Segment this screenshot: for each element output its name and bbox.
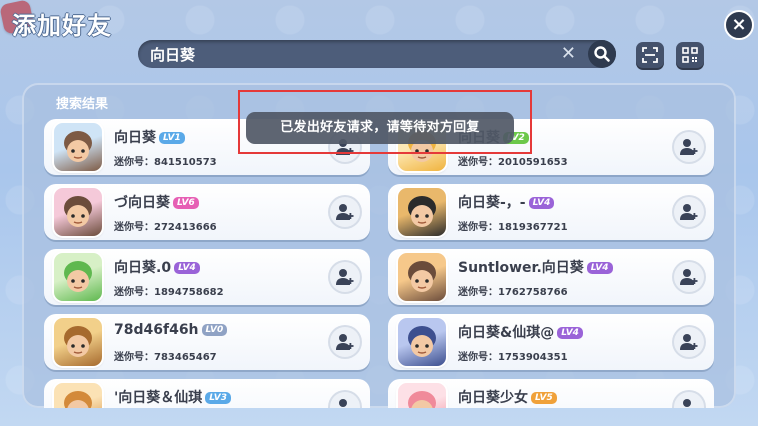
mini-id-value: 272413666: [154, 222, 217, 233]
avatar-face-icon: [64, 196, 92, 227]
mini-id-label: 迷你号：: [458, 222, 498, 233]
avatar[interactable]: [398, 383, 446, 408]
mini-id-label: 迷你号：: [114, 157, 154, 168]
page-title: 添加好友: [12, 12, 112, 40]
result-card[interactable]: 向日葵.0 LV4 迷你号：1894758682: [44, 249, 370, 305]
user-name: 向日葵: [114, 130, 156, 146]
level-badge: LV4: [528, 197, 555, 209]
result-card[interactable]: 向日葵&仙琪@ LV4 迷你号：1753904351: [388, 314, 714, 370]
avatar[interactable]: [54, 253, 102, 301]
mini-id-value: 841510573: [154, 157, 217, 168]
level-badge: LV4: [586, 262, 613, 274]
avatar[interactable]: [398, 188, 446, 236]
mini-id-value: 1753904351: [498, 352, 568, 363]
mini-id-value: 2010591653: [498, 157, 568, 168]
add-user-icon: [680, 204, 698, 220]
scan-button[interactable]: [636, 42, 664, 68]
user-name: 向日葵少女: [458, 390, 528, 406]
result-card[interactable]: '向日葵＆仙琪LV3迷你号：: [44, 379, 370, 408]
avatar-face-icon: [64, 261, 92, 292]
close-button[interactable]: ×: [724, 10, 754, 40]
clear-icon[interactable]: ✕: [561, 43, 576, 64]
mini-id-value: 1762758766: [498, 287, 568, 298]
result-card[interactable]: 78d46f46h LV0 迷你号：783465467: [44, 314, 370, 370]
user-name: 78d46f46h: [114, 322, 199, 338]
qr-code-button[interactable]: [676, 42, 704, 68]
avatar[interactable]: [398, 253, 446, 301]
add-user-icon: [680, 139, 698, 155]
level-badge: LV1: [159, 132, 185, 144]
user-name: 向日葵.0: [114, 260, 172, 276]
add-friend-button[interactable]: [674, 132, 704, 162]
avatar[interactable]: [54, 383, 102, 408]
level-badge: LV0: [201, 324, 228, 336]
search-input-value: 向日葵: [150, 46, 196, 64]
add-friend-button[interactable]: [674, 327, 704, 357]
mini-id-label: 迷你号：: [114, 287, 154, 298]
result-card[interactable]: づ向日葵 LV6 迷你号：272413666: [44, 184, 370, 240]
avatar[interactable]: [54, 123, 102, 171]
avatar-face-icon: [64, 131, 92, 162]
result-card[interactable]: Suntlower.向日葵 LV4 迷你号：1762758766: [388, 249, 714, 305]
mini-id-label: 迷你号：: [458, 352, 498, 363]
result-card[interactable]: 向日葵少女LV5迷你号：: [388, 379, 714, 408]
level-badge: LV5: [531, 392, 557, 404]
avatar-face-icon: [64, 391, 92, 408]
add-friend-button[interactable]: [674, 392, 704, 408]
toast-message: 已发出好友请求，请等待对方回复: [246, 112, 514, 144]
mini-id-value: 1894758682: [154, 287, 224, 298]
mini-id-label: 迷你号：: [114, 222, 154, 233]
add-friend-button[interactable]: [674, 197, 704, 227]
level-badge: LV3: [205, 392, 232, 404]
avatar-face-icon: [64, 326, 92, 357]
avatar[interactable]: [54, 318, 102, 366]
add-user-icon: [680, 334, 698, 350]
user-name: 向日葵&仙琪@: [458, 325, 555, 341]
add-user-icon: [683, 399, 691, 407]
add-friend-button[interactable]: [330, 197, 360, 227]
results-title: 搜索结果: [56, 97, 109, 112]
avatar[interactable]: [54, 188, 102, 236]
search-button[interactable]: [588, 40, 616, 68]
add-friend-button[interactable]: [330, 327, 360, 357]
user-name: '向日葵＆仙琪: [114, 390, 203, 406]
add-user-icon: [336, 269, 354, 285]
result-card[interactable]: 向日葵-，- LV4 迷你号：1819367721: [388, 184, 714, 240]
add-user-icon: [336, 204, 354, 220]
avatar[interactable]: [398, 318, 446, 366]
search-input[interactable]: 向日葵 ✕: [138, 40, 616, 68]
qr-code-icon: [682, 47, 698, 63]
user-name: Suntlower.向日葵: [458, 260, 584, 276]
level-badge: LV4: [557, 327, 583, 339]
add-friend-button[interactable]: [330, 392, 360, 408]
user-name: 向日葵-，-: [458, 195, 526, 211]
add-friend-button[interactable]: [674, 262, 704, 292]
mini-id-label: 迷你号：: [458, 157, 498, 168]
add-friend-button[interactable]: [330, 262, 360, 292]
close-icon: ×: [731, 14, 747, 35]
search-icon: [594, 46, 610, 62]
add-user-icon: [339, 399, 347, 407]
avatar-face-icon: [408, 391, 436, 408]
avatar-face-icon: [408, 326, 436, 357]
avatar-face-icon: [408, 196, 436, 227]
mini-id-label: 迷你号：: [114, 352, 154, 363]
mini-id-value: 783465467: [154, 352, 217, 363]
scan-icon: [642, 47, 658, 63]
level-badge: LV6: [173, 197, 199, 209]
avatar-face-icon: [408, 261, 436, 292]
mini-id-label: 迷你号：: [458, 287, 498, 298]
level-badge: LV4: [174, 262, 200, 274]
mini-id-value: 1819367721: [498, 222, 568, 233]
user-name: づ向日葵: [114, 195, 170, 211]
add-user-icon: [336, 334, 354, 350]
add-user-icon: [680, 269, 698, 285]
